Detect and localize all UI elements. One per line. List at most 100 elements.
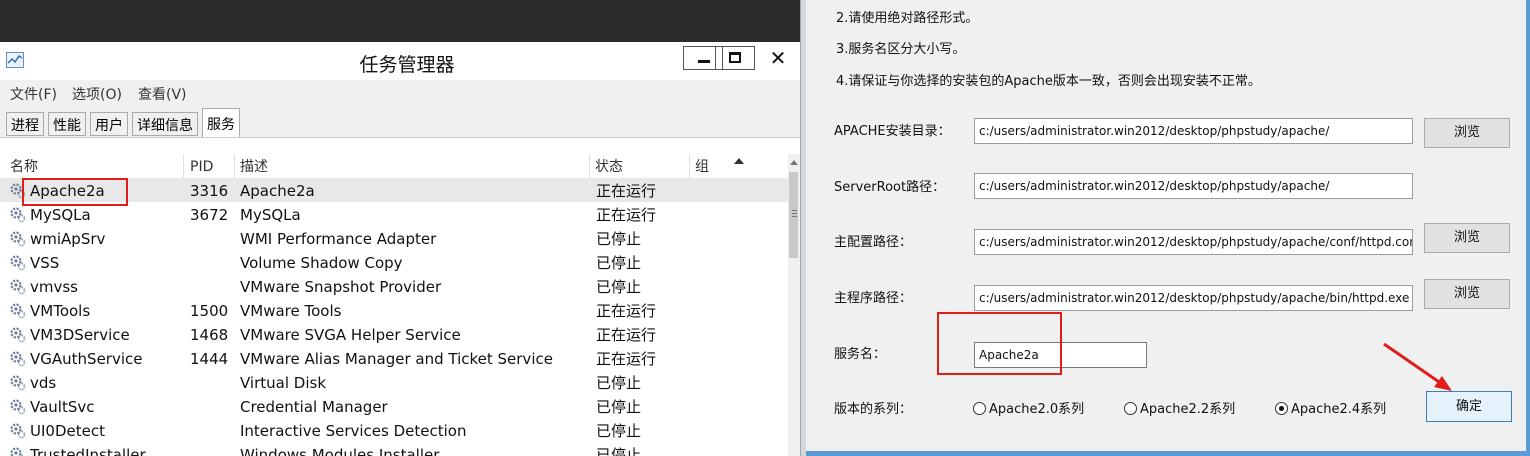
menu-bar: 文件(F) 选项(O) 查看(V) xyxy=(0,80,800,106)
service-gear-icon xyxy=(9,422,26,439)
service-status: 正在运行 xyxy=(596,182,657,200)
tab-processes[interactable]: 进程 xyxy=(6,112,44,136)
vertical-scrollbar[interactable] xyxy=(788,154,800,456)
tab-services[interactable]: 服务 xyxy=(202,108,240,140)
service-description: VMware SVGA Helper Service xyxy=(240,326,461,344)
service-name: wmiApSrv xyxy=(30,230,106,248)
service-status: 正在运行 xyxy=(596,350,657,368)
scroll-up-icon[interactable] xyxy=(790,160,798,165)
menu-view[interactable]: 查看(V) xyxy=(138,84,187,104)
close-button[interactable]: ✕ xyxy=(758,46,798,70)
browse-apache-dir-button[interactable]: 浏览 xyxy=(1424,118,1510,148)
service-status: 已停止 xyxy=(596,374,642,392)
service-description: VMware Snapshot Provider xyxy=(240,278,442,296)
service-status: 正在运行 xyxy=(596,206,657,224)
service-pid: 1500 xyxy=(190,302,229,320)
service-gear-icon xyxy=(9,326,26,343)
column-status[interactable]: 状态 xyxy=(589,156,623,178)
service-gear-icon xyxy=(9,230,26,247)
service-name: VaultSvc xyxy=(30,398,95,416)
window-title: 任务管理器 xyxy=(359,54,455,76)
minimize-icon xyxy=(698,60,710,63)
service-name: TrustedInstaller xyxy=(30,446,146,456)
service-row[interactable]: VM3DService 1468 VMware SVGA Helper Servic… xyxy=(0,322,788,346)
apache-service-dialog: 2.请使用绝对路径形式。 3.服务名区分大小写。 4.请保证与你选择的安装包的A… xyxy=(806,0,1530,456)
service-gear-icon xyxy=(9,254,26,271)
radio-icon xyxy=(1124,402,1137,415)
scrollbar-thumb[interactable] xyxy=(789,172,798,258)
service-name: VM3DService xyxy=(30,326,130,344)
column-header: 名称 PID 描述 状态 组 xyxy=(0,154,788,179)
service-row[interactable]: VaultSvc Credential Manager 已停止 xyxy=(0,394,788,418)
radio-apache24[interactable]: Apache2.4系列 xyxy=(1275,398,1386,417)
service-name: vds xyxy=(30,374,57,392)
service-gear-icon xyxy=(9,374,26,391)
service-status: 正在运行 xyxy=(596,302,657,320)
service-row[interactable]: VGAuthService 1444 VMware Alias Manager an… xyxy=(0,346,788,370)
service-gear-icon xyxy=(9,206,26,223)
column-description[interactable]: 描述 xyxy=(234,156,268,178)
service-gear-icon xyxy=(9,278,26,295)
radio-apache20[interactable]: Apache2.0系列 xyxy=(973,398,1084,417)
note-line: 4.请保证与你选择的安装包的Apache版本一致，否则会出现安装不正常。 xyxy=(836,74,1261,89)
red-arrow-annotation xyxy=(1383,342,1452,391)
service-status: 已停止 xyxy=(596,398,642,416)
main-conf-label: 主配置路径： xyxy=(834,235,913,250)
service-name: MySQLa xyxy=(30,206,91,224)
service-status: 已停止 xyxy=(596,278,642,296)
note-line: 2.请使用绝对路径形式。 xyxy=(836,11,979,26)
window-border xyxy=(1526,0,1530,456)
close-icon: ✕ xyxy=(769,46,787,70)
column-name[interactable]: 名称 xyxy=(4,156,38,178)
service-row[interactable]: wmiApSrv WMI Performance Adapter 已停止 xyxy=(0,226,788,250)
maximize-icon xyxy=(729,52,741,63)
radio-icon xyxy=(973,402,986,415)
task-manager-window: 任务管理器 ✕ 文件(F) 选项(O) 查看(V) 进程 性能 用户 详细信息 … xyxy=(0,0,800,456)
service-gear-icon xyxy=(9,350,26,367)
tab-details[interactable]: 详细信息 xyxy=(132,112,198,136)
service-row[interactable]: UI0Detect Interactive Services Detection 已… xyxy=(0,418,788,442)
service-pid: 3672 xyxy=(190,206,229,224)
services-list: Apache2a 3316 Apache2a 正在运行 MySQLa 3672 MySQLa… xyxy=(0,178,788,456)
column-pid[interactable]: PID xyxy=(184,156,213,178)
service-description: Virtual Disk xyxy=(240,374,327,392)
service-status: 已停止 xyxy=(596,254,642,272)
service-description: MySQLa xyxy=(240,206,301,224)
menu-options[interactable]: 选项(O) xyxy=(72,84,122,104)
service-description: WMI Performance Adapter xyxy=(240,230,437,248)
service-row[interactable]: TrustedInstaller Windows Modules Installe… xyxy=(0,442,788,456)
service-name: UI0Detect xyxy=(30,422,105,440)
highlight-annotation xyxy=(22,178,128,206)
service-row[interactable]: vds Virtual Disk 已停止 xyxy=(0,370,788,394)
maximize-button[interactable] xyxy=(715,46,755,70)
note-line: 3.服务名区分大小写。 xyxy=(836,42,966,57)
service-status: 已停止 xyxy=(596,422,642,440)
version-label: 版本的系列： xyxy=(834,402,913,417)
main-conf-field[interactable]: c:/users/administrator.win2012/desktop/p… xyxy=(974,229,1413,255)
window-border xyxy=(806,451,1530,456)
column-group[interactable]: 组 xyxy=(689,156,709,178)
service-description: Credential Manager xyxy=(240,398,388,416)
service-status: 已停止 xyxy=(596,230,642,248)
service-row[interactable]: VSS Volume Shadow Copy 已停止 xyxy=(0,250,788,274)
browse-exe-button[interactable]: 浏览 xyxy=(1424,279,1510,309)
tab-performance[interactable]: 性能 xyxy=(48,112,86,136)
service-row[interactable]: VMTools 1500 VMware Tools 正在运行 xyxy=(0,298,788,322)
service-gear-icon xyxy=(9,302,26,319)
service-name: VMTools xyxy=(30,302,91,320)
tab-users[interactable]: 用户 xyxy=(90,112,128,136)
background-band xyxy=(0,0,800,42)
main-exe-label: 主程序路径： xyxy=(834,291,913,306)
service-description: Windows Modules Installer xyxy=(240,446,440,456)
service-gear-icon xyxy=(9,398,26,415)
main-exe-field[interactable]: c:/users/administrator.win2012/desktop/p… xyxy=(974,285,1413,311)
browse-conf-button[interactable]: 浏览 xyxy=(1424,223,1510,253)
menu-file[interactable]: 文件(F) xyxy=(10,84,57,104)
radio-apache22[interactable]: Apache2.2系列 xyxy=(1124,398,1235,417)
service-description: VMware Alias Manager and Ticket Service xyxy=(240,350,553,368)
service-row[interactable]: vmvss VMware Snapshot Provider 已停止 xyxy=(0,274,788,298)
apache-dir-field[interactable]: c:/users/administrator.win2012/desktop/p… xyxy=(974,118,1413,144)
service-status: 正在运行 xyxy=(596,326,657,344)
service-description: Volume Shadow Copy xyxy=(240,254,403,272)
server-root-field[interactable]: c:/users/administrator.win2012/desktop/p… xyxy=(974,173,1413,199)
